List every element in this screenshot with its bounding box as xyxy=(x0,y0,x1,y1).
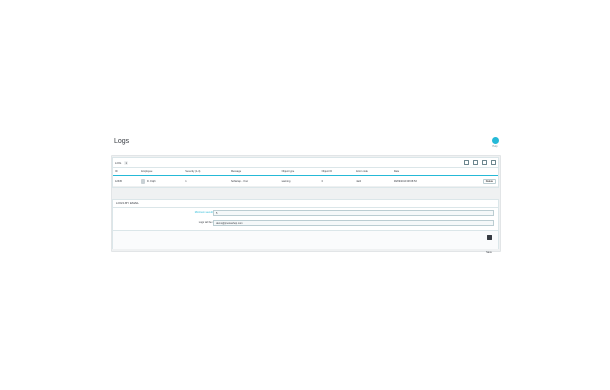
form-footer: Save xyxy=(113,230,498,254)
logs-card: LOG 1 ID Employee Severity (1-4) Message… xyxy=(112,157,499,188)
cell-severity: 1 xyxy=(183,175,229,187)
col-date[interactable]: Date xyxy=(391,168,457,176)
avatar xyxy=(141,178,146,184)
col-object-id[interactable]: Object ID xyxy=(319,168,355,176)
save-label: Save xyxy=(486,251,492,254)
cell-employee: D. Fiqih xyxy=(139,175,184,187)
col-error-code[interactable]: Error code xyxy=(354,168,392,176)
refresh-icon[interactable] xyxy=(473,160,478,165)
cell-date: 09/09/2019 08:08:53 xyxy=(391,175,457,187)
help-icon xyxy=(491,137,499,144)
save-icon xyxy=(486,235,492,240)
send-to-input[interactable]: demo@prestashop.com xyxy=(213,220,494,226)
delete-button[interactable]: Delete xyxy=(482,178,496,184)
employee-name: D. Fiqih xyxy=(147,179,156,183)
page-title: Logs xyxy=(114,138,130,145)
cell-actions: Delete xyxy=(456,175,498,187)
logs-header-label: LOG xyxy=(115,160,122,165)
logs-by-email-card: LOGS BY EMAIL Minimum severity level 5 L… xyxy=(112,199,499,254)
logs-table-header: ID Employee Severity (1-4) Message Objec… xyxy=(113,168,498,176)
sql-query-icon[interactable] xyxy=(482,160,487,165)
min-severity-input[interactable]: 5 xyxy=(213,210,494,216)
save-button[interactable]: Save xyxy=(484,235,494,258)
col-message[interactable]: Message xyxy=(228,168,280,176)
min-severity-row: Minimum severity level 5 xyxy=(113,210,498,217)
help-button[interactable]: Help xyxy=(489,137,501,148)
table-row[interactable]: 12345 D. Fiqih 1 Softwrap - Your warning… xyxy=(113,175,498,187)
logs-table: ID Employee Severity (1-4) Message Objec… xyxy=(113,168,498,187)
cell-object-id: 0 xyxy=(319,175,355,187)
logs-count-badge: 1 xyxy=(124,160,129,165)
settings-icon[interactable] xyxy=(491,160,496,165)
cell-object-type: warning xyxy=(279,175,320,187)
send-to-row: Logs will be sent to demo@prestashop.com xyxy=(113,220,498,227)
cell-error-code: 4a/4 xyxy=(354,175,392,187)
cell-message: Softwrap - Your xyxy=(228,175,280,187)
col-employee[interactable]: Employee xyxy=(139,168,184,176)
col-severity[interactable]: Severity (1-4) xyxy=(183,168,229,176)
help-label: Help xyxy=(492,145,498,148)
col-object-type[interactable]: Object type xyxy=(279,168,320,176)
export-icon[interactable] xyxy=(464,160,469,165)
col-id[interactable]: ID xyxy=(113,168,140,176)
logs-by-email-title: LOGS BY EMAIL xyxy=(113,200,498,208)
cell-id: 12345 xyxy=(113,175,140,187)
logs-card-header: LOG 1 xyxy=(113,158,498,168)
col-actions xyxy=(456,168,498,176)
